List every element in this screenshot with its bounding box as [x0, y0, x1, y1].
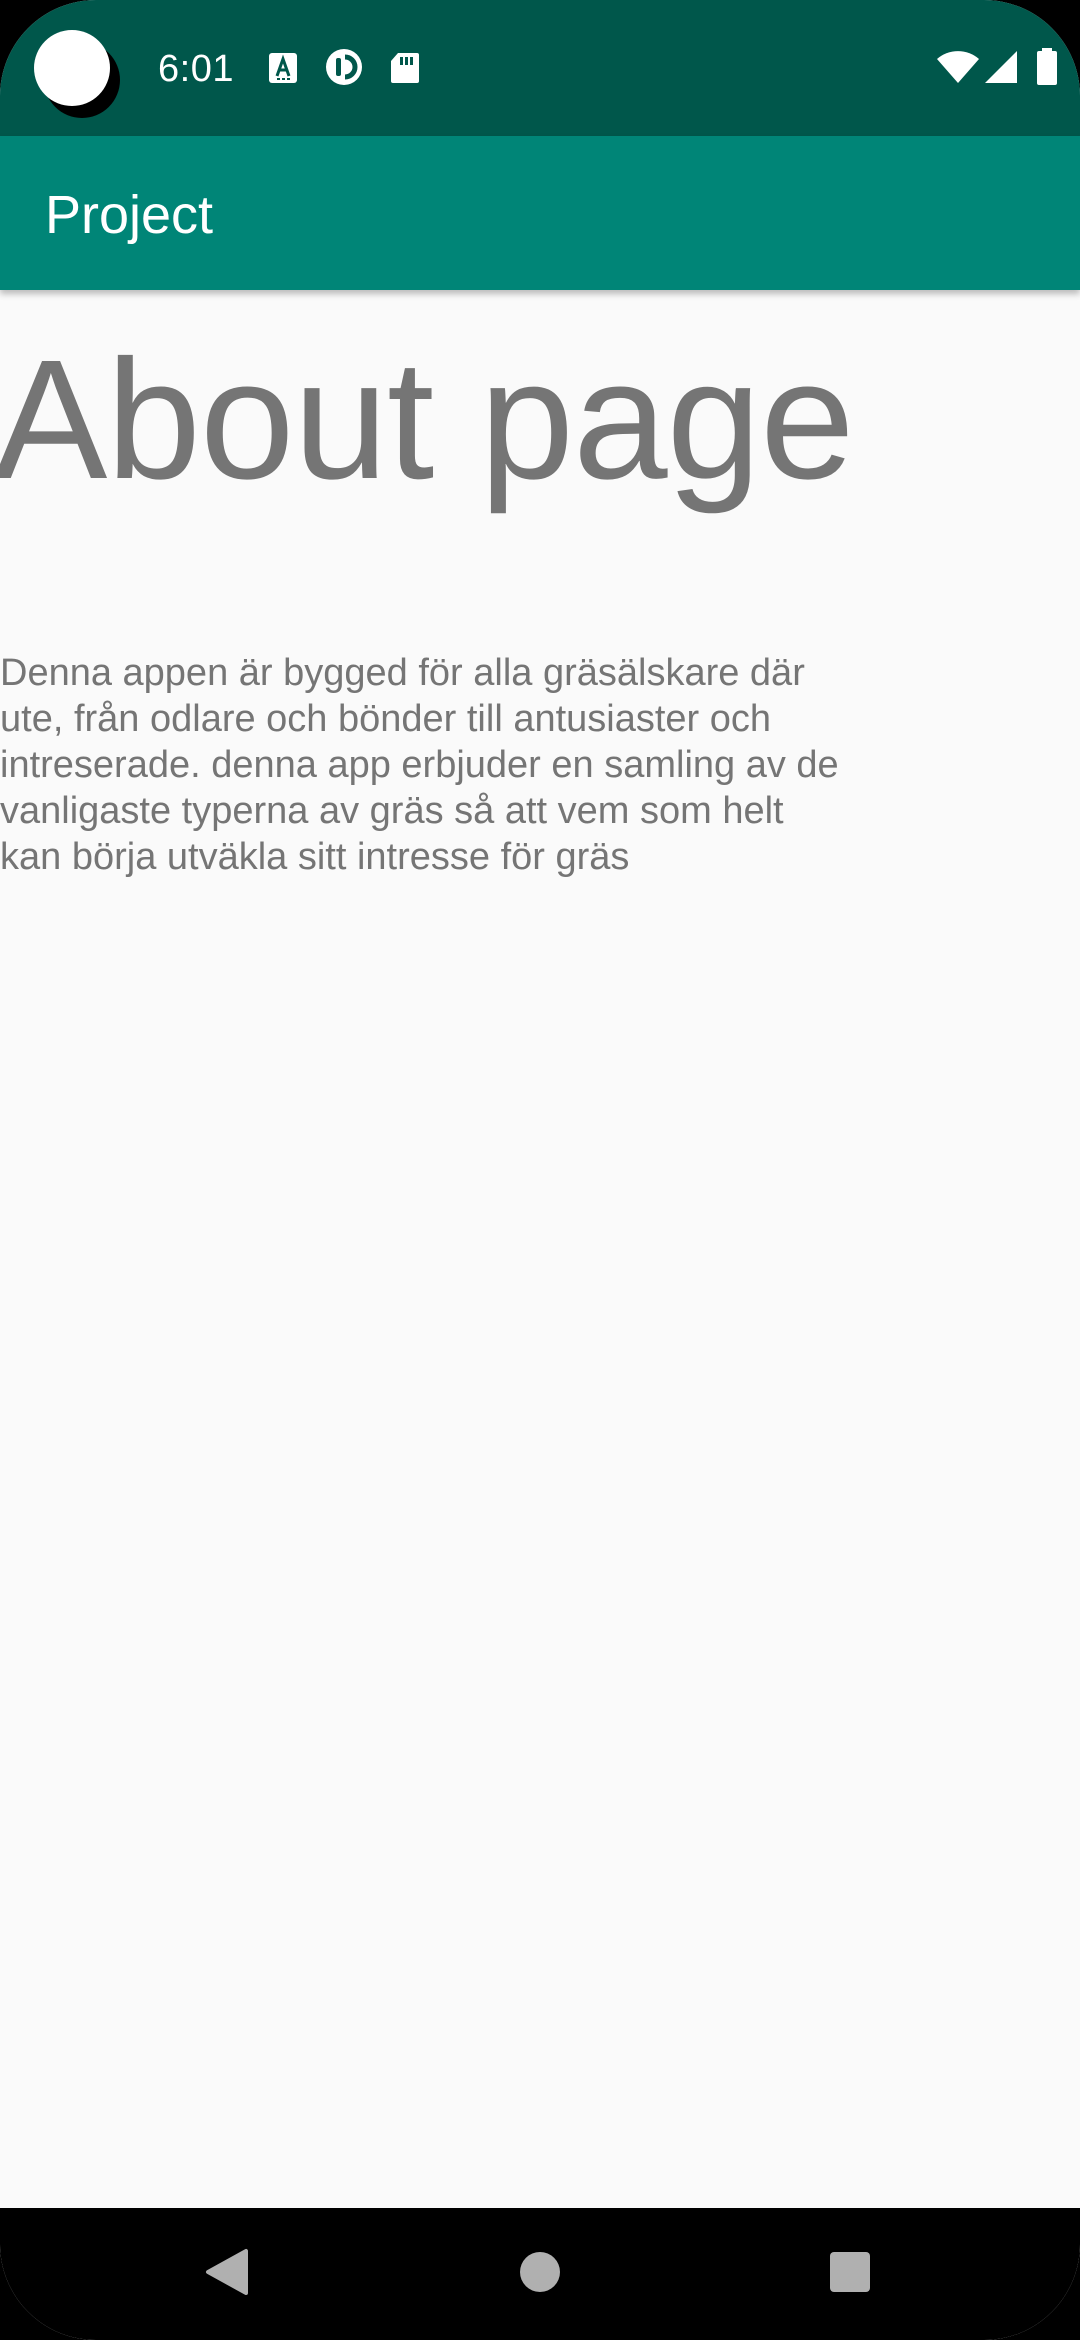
page-heading: About page: [0, 325, 855, 515]
wifi-icon: [936, 50, 980, 89]
home-icon: [519, 2251, 561, 2298]
cellular-signal-icon: [984, 50, 1018, 89]
home-button[interactable]: [460, 2208, 620, 2340]
status-time: 6:01: [158, 48, 234, 90]
navigation-bar: [0, 2208, 1080, 2340]
sd-card-icon: [390, 52, 420, 89]
recents-button[interactable]: [770, 2208, 930, 2340]
back-icon: [204, 2248, 248, 2301]
about-text: Denna appen är bygged för alla gräsälska…: [0, 652, 839, 878]
recents-icon: [829, 2251, 871, 2298]
camera-cutout: [34, 30, 110, 106]
main-content: About page Denna appen är bygged för all…: [0, 290, 1080, 2208]
data-saver-icon: [325, 48, 363, 91]
back-button[interactable]: [146, 2208, 306, 2340]
battery-icon: [1036, 48, 1058, 91]
app-title: Project: [45, 185, 214, 245]
text-a-icon: [268, 52, 298, 89]
status-bar: 6:01: [0, 0, 1080, 136]
app-bar: Project: [0, 136, 1080, 290]
device-screen: 6:01 Project About page Denna appen är b…: [0, 0, 1080, 2340]
